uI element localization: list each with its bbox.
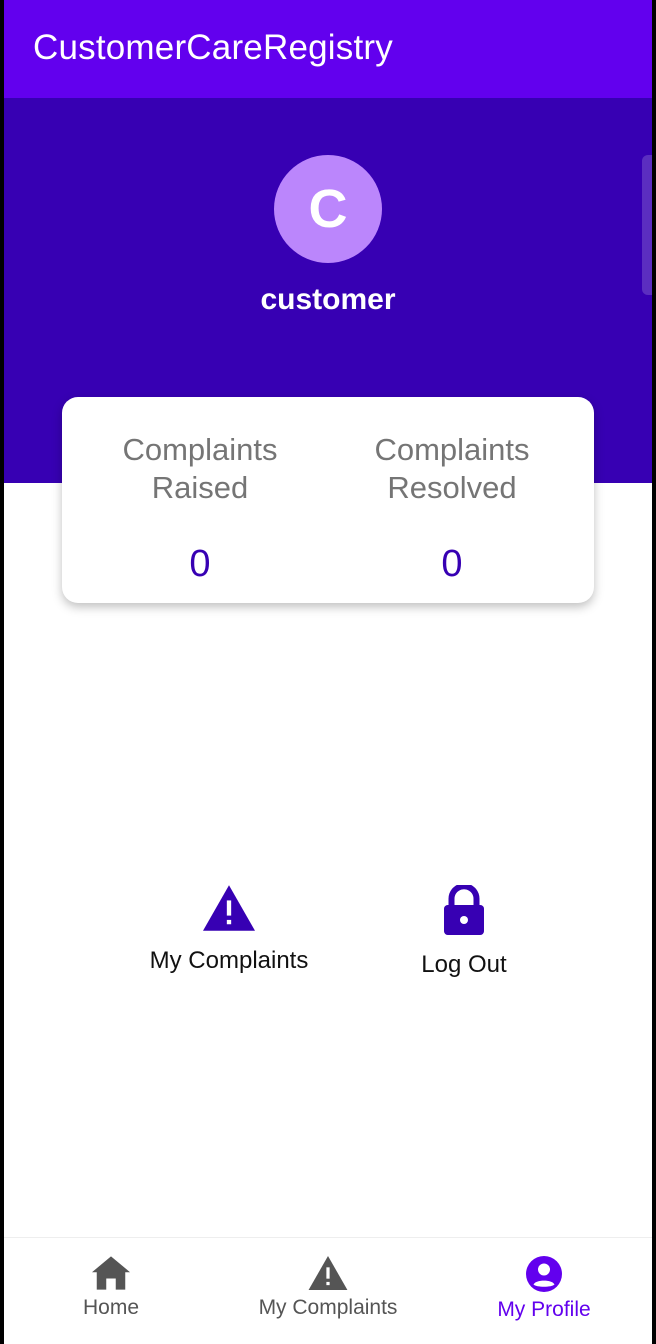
logout-label: Log Out <box>421 951 507 978</box>
nav-item-my-complaints[interactable]: My Complaints <box>242 1256 414 1320</box>
home-icon <box>92 1256 130 1290</box>
avatar: C <box>274 155 382 263</box>
stat-complaints-resolved: Complaints Resolved 0 <box>319 431 585 586</box>
nav-item-home[interactable]: Home <box>61 1256 161 1320</box>
stat-raised-value: 0 <box>189 543 211 585</box>
stats-card: Complaints Raised 0 Complaints Resolved … <box>62 397 594 603</box>
app-title: CustomerCareRegistry <box>33 28 393 67</box>
screen: CustomerCareRegistry C customer Complain… <box>4 0 652 1344</box>
stat-raised-label: Complaints Raised <box>122 432 278 505</box>
username: customer <box>260 283 396 316</box>
nav-label-my-complaints: My Complaints <box>258 1296 398 1319</box>
app-bar: CustomerCareRegistry <box>4 0 652 98</box>
my-complaints-label: My Complaints <box>149 947 309 974</box>
account-circle-icon <box>526 1256 562 1292</box>
bottom-navigation: Home My Complaints My Profile <box>4 1237 652 1344</box>
stat-resolved-value: 0 <box>441 543 463 585</box>
scroll-indicator[interactable] <box>642 155 652 295</box>
my-complaints-button[interactable]: My Complaints <box>124 885 334 975</box>
nav-item-my-profile[interactable]: My Profile <box>474 1256 614 1322</box>
nav-label-my-profile: My Profile <box>497 1298 591 1321</box>
avatar-letter: C <box>308 179 348 239</box>
logout-button[interactable]: Log Out <box>384 885 544 979</box>
stat-resolved-label: Complaints Resolved <box>374 432 530 505</box>
lock-icon <box>444 885 484 935</box>
nav-label-home: Home <box>82 1296 140 1319</box>
warning-icon <box>308 1256 348 1290</box>
warning-icon <box>203 885 255 931</box>
stat-complaints-raised: Complaints Raised 0 <box>67 431 333 586</box>
